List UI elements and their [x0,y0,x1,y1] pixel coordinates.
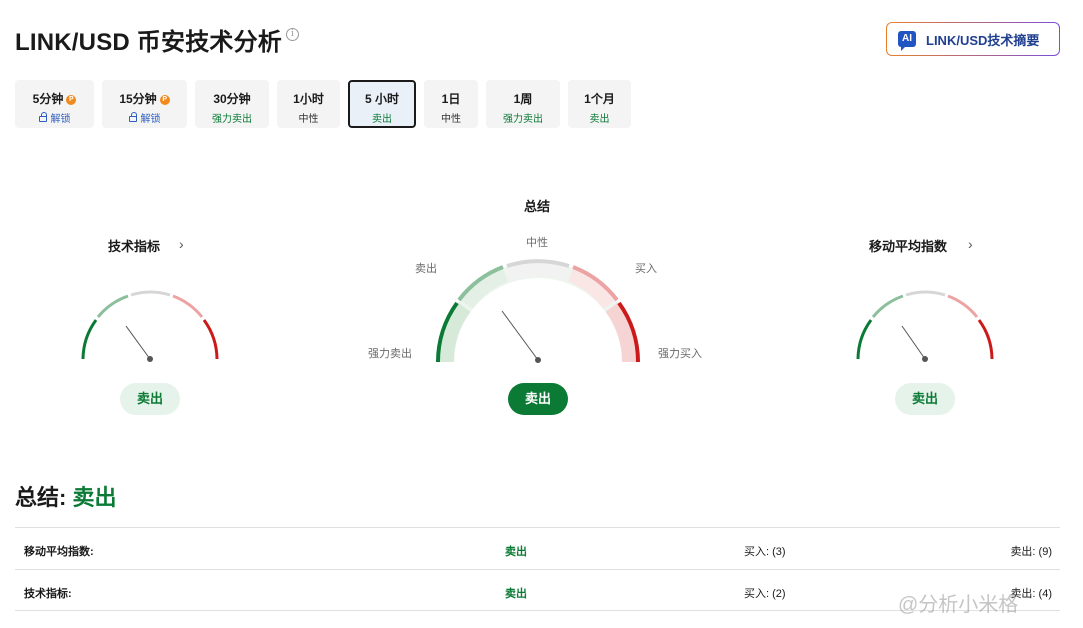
summary-value: 卖出 [72,485,117,510]
tab-label: 30分钟 [213,92,251,106]
summary-gauge [435,259,641,363]
summary-result-badge: 卖出 [508,383,568,415]
table-row: 移动平均指数: 卖出 买入: (3) 卖出: (9) [15,527,1060,569]
tab-1w[interactable]: 1周 强力卖出 [486,80,560,128]
tab-label: 1小时 [293,92,324,106]
gauge-arc-neutral [130,290,171,297]
tab-status: 解锁 [140,114,161,125]
gauge-arc-sell [871,294,904,318]
row-name: 移动平均指数: [24,546,94,558]
chevron-right-icon[interactable]: › [968,236,973,252]
ai-summary-button[interactable]: AI LINK/USD技术摘要 [886,22,1060,56]
technical-result-badge: 卖出 [120,383,180,415]
gauge-needle [501,310,539,361]
gauge-label-strong-buy: 强力买入 [658,348,702,360]
row-name: 技术指标: [24,588,72,600]
gauge-arc-neutral [905,290,946,297]
gauge-label-strong-sell: 强力卖出 [368,348,412,360]
ai-badge-icon: AI [898,31,916,51]
gauge-pivot [922,356,928,362]
gauge-fill-neutral [506,260,570,281]
pro-icon: P [66,95,77,105]
summary-label: 总结: [15,485,67,510]
tab-status: 强力卖出 [212,114,252,125]
tab-label: 1个月 [584,92,615,106]
tab-label: 5 小时 [364,92,399,106]
gauge-arc-strong-sell [81,319,98,360]
technical-gauge-title[interactable]: 技术指标 [108,236,160,255]
row-sell-count: 卖出: (9) [1010,546,1052,558]
gauge-arc-strong-sell [856,319,873,360]
gauge-arc-buy [172,294,204,318]
tab-1mo[interactable]: 1个月 卖出 [568,80,631,128]
tab-status: 解锁 [50,114,71,125]
gauge-arc-buy [947,294,979,318]
tab-label: 15分钟 [119,92,157,106]
tab-status: 卖出 [372,114,392,125]
gauge-arc-sell [96,294,129,318]
technical-gauge [81,290,219,362]
watermark: @分析小米格 [898,594,1019,616]
pro-icon: P [159,95,170,105]
gauge-label-neutral: 中性 [526,237,548,249]
tab-1d[interactable]: 1日 中性 [424,80,478,128]
gauge-fill-sell [459,266,509,310]
tab-5m[interactable]: 5分钟 P 解锁 [15,80,94,128]
tab-label: 1周 [513,92,533,106]
tab-status: 中性 [441,114,461,125]
summary-gauge-title: 总结 [524,199,551,214]
gauge-pivot [535,357,541,363]
gauge-arc-strong-buy [202,319,219,360]
tab-label: 1日 [441,92,461,106]
tab-30m[interactable]: 30分钟 强力卖出 [195,80,269,128]
tab-5h[interactable]: 5 小时 卖出 [348,80,416,128]
chevron-right-icon[interactable]: › [179,236,184,252]
summary-heading: 总结: 卖出 [15,480,116,512]
gauge-fill-buy [567,266,617,310]
lock-icon [128,112,137,122]
moving-avg-gauge [856,290,994,362]
row-signal: 卖出 [505,546,527,558]
tab-15m[interactable]: 15分钟 P 解锁 [102,80,187,128]
tab-1h[interactable]: 1小时 中性 [277,80,340,128]
tab-status: 卖出 [589,114,610,125]
row-buy-count: 买入: (3) [744,546,786,558]
row-buy-count: 买入: (2) [744,588,786,600]
ai-summary-label: LINK/USD技术摘要 [926,32,1040,48]
moving-avg-result-badge: 卖出 [895,383,955,415]
tab-status: 中性 [298,114,319,125]
info-icon[interactable]: i [286,28,299,41]
tab-label: 5分钟 [32,92,64,106]
lock-icon [38,112,47,122]
gauge-needle [901,325,926,360]
gauge-pivot [147,356,153,362]
gauge-arc-strong-buy [977,319,994,360]
tab-status: 强力卖出 [503,114,543,125]
row-signal: 卖出 [505,588,527,600]
gauge-needle [125,325,151,360]
moving-avg-gauge-title[interactable]: 移动平均指数 [869,236,947,255]
page-title: LINK/USD 币安技术分析 [15,29,282,56]
